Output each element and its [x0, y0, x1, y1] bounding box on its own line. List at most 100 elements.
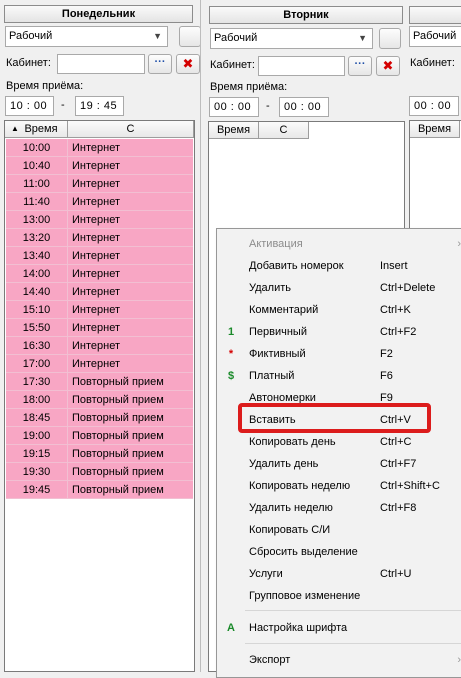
menu-item[interactable]: Автономерки F9 — [217, 387, 461, 409]
table-row[interactable]: 11:40 Интернет — [6, 193, 193, 211]
menu-item-label: Добавить номерок — [249, 260, 344, 272]
table-row[interactable]: 18:00 Повторный прием — [6, 391, 193, 409]
menu-item[interactable]: * Фиктивный F2 — [217, 343, 461, 365]
row-type: Интернет — [72, 340, 120, 352]
menu-item-label: Копировать С/И — [249, 524, 331, 536]
row-type: Интернет — [72, 286, 120, 298]
menu-item[interactable]: 1 Первичный Ctrl+F2 — [217, 321, 461, 343]
table-row[interactable]: 14:40 Интернет — [6, 283, 193, 301]
table-row[interactable]: 15:10 Интернет — [6, 301, 193, 319]
monday-time-label: Время приёма: — [6, 80, 84, 92]
font-icon: A — [227, 622, 235, 634]
menu-item[interactable]: Добавить номерок Insert — [217, 255, 461, 277]
tuesday-mode-select[interactable]: Рабочий ▼ — [210, 28, 373, 49]
menu-item-label: Настройка шрифта — [249, 622, 348, 634]
table-row[interactable]: 14:00 Интернет — [6, 265, 193, 283]
menu-item[interactable]: Удалить день Ctrl+F7 — [217, 453, 461, 475]
monday-cabinet-clear-button[interactable]: ✖ — [176, 54, 200, 74]
wednesday-time-from[interactable]: 00 : 00 — [409, 96, 459, 116]
tuesday-cabinet-browse-button[interactable]: ··· — [348, 56, 372, 76]
row-type: Повторный прием — [72, 412, 164, 424]
menu-item-shortcut: Ctrl+V — [380, 414, 411, 426]
menu-item[interactable]: Вставить Ctrl+V — [217, 409, 461, 431]
sort-up-icon: ▲ — [11, 124, 19, 133]
menu-item[interactable]: A Настройка шрифта — [217, 617, 461, 639]
menu-item[interactable]: Удалить неделю Ctrl+F8 — [217, 497, 461, 519]
menu-item[interactable]: Удалить Ctrl+Delete — [217, 277, 461, 299]
monday-grid[interactable]: ▲ Время С 10:00 Интернет 10:40 Интернет 11:0… — [4, 120, 195, 672]
menu-item[interactable]: Копировать день Ctrl+C — [217, 431, 461, 453]
fictive-icon: * — [228, 348, 234, 360]
tuesday-header[interactable]: Вторник — [209, 6, 403, 24]
tuesday-cabinet-clear-button[interactable]: ✖ — [376, 56, 400, 76]
table-row[interactable]: 16:30 Интернет — [6, 337, 193, 355]
row-type: Интернет — [72, 268, 120, 280]
table-row[interactable]: 13:00 Интернет — [6, 211, 193, 229]
row-type: Интернет — [72, 142, 120, 154]
table-row[interactable]: 19:45 Повторный прием — [6, 481, 193, 499]
table-row[interactable]: 17:30 Повторный прием — [6, 373, 193, 391]
monday-extra-button[interactable] — [179, 26, 201, 47]
menu-item-shortcut: F2 — [380, 348, 393, 360]
table-row[interactable]: 19:15 Повторный прием — [6, 445, 193, 463]
tuesday-col-time[interactable]: Время — [209, 122, 259, 139]
tuesday-extra-button[interactable] — [379, 28, 401, 49]
row-time: 13:20 — [6, 229, 68, 247]
monday-cabinet-browse-button[interactable]: ··· — [148, 54, 172, 74]
row-time: 14:00 — [6, 265, 68, 283]
submenu-arrow-icon: › — [457, 238, 461, 250]
wednesday-header[interactable] — [409, 6, 461, 24]
monday-time-to[interactable]: 19 : 45 — [75, 96, 124, 116]
menu-item-label: Первичный — [249, 326, 307, 338]
row-type: Повторный прием — [72, 394, 164, 406]
menu-item-shortcut: Ctrl+F2 — [380, 326, 417, 338]
row-type: Интернет — [72, 322, 120, 334]
row-type: Интернет — [72, 358, 120, 370]
menu-item[interactable]: Комментарий Ctrl+K — [217, 299, 461, 321]
monday-time-from[interactable]: 10 : 00 — [5, 96, 54, 116]
menu-item[interactable]: Копировать С/И — [217, 519, 461, 541]
table-row[interactable]: 15:50 Интернет — [6, 319, 193, 337]
table-row[interactable]: 13:40 Интернет — [6, 247, 193, 265]
row-type: Повторный прием — [72, 484, 164, 496]
row-type: Интернет — [72, 304, 120, 316]
menu-item-label: Копировать день — [249, 436, 336, 448]
table-row[interactable]: 10:40 Интернет — [6, 157, 193, 175]
table-row[interactable]: 10:00 Интернет — [6, 139, 193, 157]
wednesday-col-time[interactable]: Время — [410, 121, 460, 138]
table-row[interactable]: 19:30 Повторный прием — [6, 463, 193, 481]
menu-item[interactable]: Экспорт › — [217, 649, 461, 671]
menu-item[interactable]: Групповое изменение — [217, 585, 461, 607]
primary-icon: 1 — [227, 326, 235, 338]
menu-separator — [245, 643, 461, 644]
tuesday-time-dash: - — [266, 100, 270, 112]
table-row[interactable]: 18:45 Повторный прием — [6, 409, 193, 427]
row-time: 19:45 — [6, 481, 68, 499]
menu-item[interactable]: $ Платный F6 — [217, 365, 461, 387]
menu-item-label: Фиктивный — [249, 348, 306, 360]
menu-item[interactable]: Услуги Ctrl+U — [217, 563, 461, 585]
tuesday-cabinet-field[interactable] — [258, 56, 345, 76]
tuesday-col-c[interactable]: С — [259, 122, 309, 139]
row-time: 17:00 — [6, 355, 68, 373]
wednesday-mode-select[interactable]: Рабочий — [409, 26, 461, 47]
monday-header[interactable]: Понедельник — [4, 5, 193, 23]
menu-item-shortcut: Insert — [380, 260, 408, 272]
table-row[interactable]: 17:00 Интернет — [6, 355, 193, 373]
row-time: 11:40 — [6, 193, 68, 211]
table-row[interactable]: 11:00 Интернет — [6, 175, 193, 193]
row-type: Интернет — [72, 160, 120, 172]
monday-col-c[interactable]: С — [68, 121, 194, 138]
table-row[interactable]: 19:00 Повторный прием — [6, 427, 193, 445]
menu-item[interactable]: Копировать неделю Ctrl+Shift+C — [217, 475, 461, 497]
table-row[interactable]: 13:20 Интернет — [6, 229, 193, 247]
monday-col-time[interactable]: ▲ Время — [5, 121, 68, 138]
tuesday-time-to[interactable]: 00 : 00 — [279, 97, 329, 117]
tuesday-time-from[interactable]: 00 : 00 — [209, 97, 259, 117]
monday-mode-select[interactable]: Рабочий ▼ — [5, 26, 168, 47]
menu-item[interactable]: Сбросить выделение — [217, 541, 461, 563]
monday-cabinet-field[interactable] — [57, 54, 145, 74]
menu-item-label: Групповое изменение — [249, 590, 361, 602]
row-type: Повторный прием — [72, 430, 164, 442]
row-type: Повторный прием — [72, 466, 164, 478]
